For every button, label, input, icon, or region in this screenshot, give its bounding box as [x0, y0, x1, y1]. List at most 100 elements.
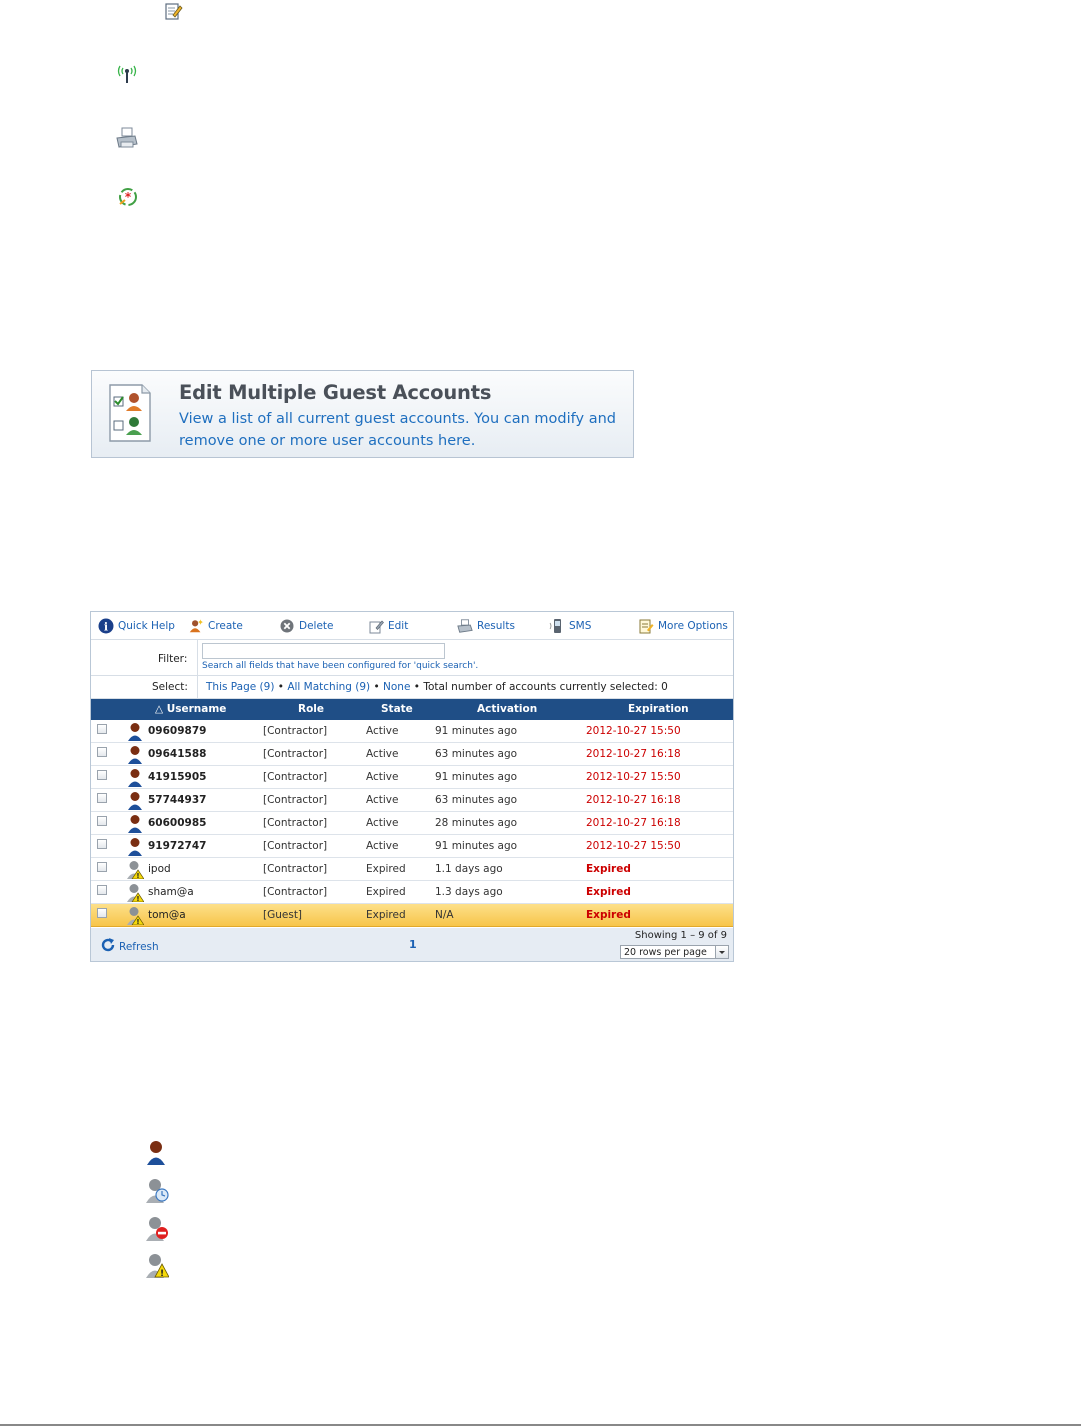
row-state: Active	[366, 748, 399, 760]
row-activation: 63 minutes ago	[435, 794, 518, 806]
more-options-label: More Options	[658, 620, 728, 632]
row-activation: 1.3 days ago	[435, 886, 503, 898]
expired-user-icon: !	[126, 906, 145, 926]
quick-help-button[interactable]: i Quick Help	[98, 617, 175, 635]
column-header-username[interactable]: △ Username	[155, 703, 226, 715]
sponsor-badge-icon: *	[119, 188, 137, 206]
svg-text:!: !	[136, 872, 139, 879]
column-header-expiration[interactable]: Expiration	[628, 703, 689, 715]
row-state: Active	[366, 725, 399, 737]
printer-icon	[116, 127, 138, 148]
row-role: [Contractor]	[263, 794, 328, 806]
row-expiration: 2012-10-27 15:50	[586, 725, 681, 737]
table-row[interactable]: 41915905 [Contractor] Active 91 minutes …	[91, 766, 733, 789]
row-username: ipod	[148, 863, 171, 875]
row-checkbox[interactable]	[97, 839, 107, 849]
row-username: 41915905	[148, 771, 207, 783]
results-button[interactable]: Results	[457, 617, 515, 635]
select-this-page-link[interactable]: This Page (9)	[206, 681, 274, 693]
toolbar: i Quick Help ✦ Create Delete Edit Result…	[91, 612, 733, 640]
showing-count: Showing 1 – 9 of 9	[634, 930, 727, 941]
create-user-icon: ✦	[188, 618, 204, 634]
row-role: [Contractor]	[263, 771, 328, 783]
refresh-icon	[100, 937, 116, 956]
edit-button[interactable]: Edit	[368, 617, 408, 635]
row-checkbox[interactable]	[97, 885, 107, 895]
row-checkbox[interactable]	[97, 908, 107, 918]
banner-title[interactable]: Edit Multiple Guest Accounts	[179, 381, 491, 404]
row-activation: N/A	[435, 909, 454, 921]
row-role: [Contractor]	[263, 886, 328, 898]
row-checkbox[interactable]	[97, 770, 107, 780]
rows-per-page-select[interactable]: 20 rows per page	[620, 945, 729, 959]
svg-text:!: !	[136, 895, 139, 902]
table-row[interactable]: 60600985 [Contractor] Active 28 minutes …	[91, 812, 733, 835]
more-options-icon	[638, 618, 654, 634]
row-expiration: Expired	[586, 909, 631, 921]
active-user-icon	[147, 1141, 165, 1165]
banner-description: View a list of all current guest account…	[179, 411, 616, 449]
svg-text:*: *	[125, 190, 132, 204]
row-activation: 91 minutes ago	[435, 840, 518, 852]
row-expiration: 2012-10-27 15:50	[586, 771, 681, 783]
row-checkbox[interactable]	[97, 793, 107, 803]
row-username: tom@a	[148, 909, 186, 921]
row-checkbox[interactable]	[97, 862, 107, 872]
row-username: sham@a	[148, 886, 194, 898]
active-user-icon	[126, 745, 144, 764]
svg-text:✦: ✦	[197, 618, 204, 627]
sms-button[interactable]: SMS	[549, 617, 591, 635]
page-number-link[interactable]: 1	[409, 938, 417, 951]
mobile-phone-icon	[549, 618, 565, 634]
table-header: △ Username Role State Activation Expirat…	[91, 699, 733, 720]
active-user-icon	[126, 791, 144, 810]
row-checkbox[interactable]	[97, 816, 107, 826]
table-row[interactable]: ! sham@a [Contractor] Expired 1.3 days a…	[91, 881, 733, 904]
select-options: This Page (9) • All Matching (9) • None …	[206, 681, 668, 693]
delete-icon	[279, 618, 295, 634]
table-row-selected[interactable]: ! tom@a [Guest] Expired N/A Expired	[91, 904, 733, 927]
row-expiration: Expired	[586, 863, 631, 875]
svg-text:i: i	[104, 621, 108, 634]
refresh-button[interactable]: Refresh	[100, 937, 159, 956]
row-role: [Contractor]	[263, 840, 328, 852]
table-row[interactable]: 57744937 [Contractor] Active 63 minutes …	[91, 789, 733, 812]
row-checkbox[interactable]	[97, 747, 107, 757]
printer-icon	[457, 618, 473, 634]
info-icon: i	[98, 618, 114, 634]
row-checkbox[interactable]	[97, 724, 107, 734]
guest-accounts-table-panel: i Quick Help ✦ Create Delete Edit Result…	[90, 611, 734, 962]
column-header-role[interactable]: Role	[298, 703, 324, 715]
active-user-icon	[126, 722, 144, 741]
svg-text:!: !	[160, 1269, 164, 1278]
select-all-matching-link[interactable]: All Matching (9)	[287, 681, 370, 693]
active-user-icon	[126, 814, 144, 833]
edit-icon	[368, 618, 384, 634]
row-state: Active	[366, 771, 399, 783]
row-role: [Contractor]	[263, 748, 328, 760]
create-button[interactable]: ✦ Create	[188, 617, 243, 635]
row-username: 60600985	[148, 817, 207, 829]
pending-user-icon	[146, 1179, 169, 1203]
expired-user-icon: !	[146, 1254, 169, 1278]
row-role: [Contractor]	[263, 725, 328, 737]
svg-text:!: !	[136, 918, 139, 925]
row-role: [Contractor]	[263, 817, 328, 829]
table-row[interactable]: 09641588 [Contractor] Active 63 minutes …	[91, 743, 733, 766]
column-header-state[interactable]: State	[381, 703, 413, 715]
table-row[interactable]: ! ipod [Contractor] Expired 1.1 days ago…	[91, 858, 733, 881]
table-row[interactable]: 09609879 [Contractor] Active 91 minutes …	[91, 720, 733, 743]
disabled-user-icon	[146, 1217, 168, 1241]
filter-input[interactable]	[202, 643, 445, 659]
delete-label: Delete	[299, 620, 334, 632]
edit-guest-accounts-banner[interactable]: Edit Multiple Guest Accounts View a list…	[91, 370, 634, 458]
column-header-activation[interactable]: Activation	[477, 703, 537, 715]
row-expiration: 2012-10-27 15:50	[586, 840, 681, 852]
table-row[interactable]: 91972747 [Contractor] Active 91 minutes …	[91, 835, 733, 858]
edit-note-icon	[165, 3, 183, 20]
select-none-link[interactable]: None	[383, 681, 410, 693]
delete-button[interactable]: Delete	[279, 617, 334, 635]
row-state: Expired	[366, 863, 406, 875]
row-username: 09641588	[148, 748, 207, 760]
more-options-button[interactable]: More Options	[638, 617, 728, 635]
